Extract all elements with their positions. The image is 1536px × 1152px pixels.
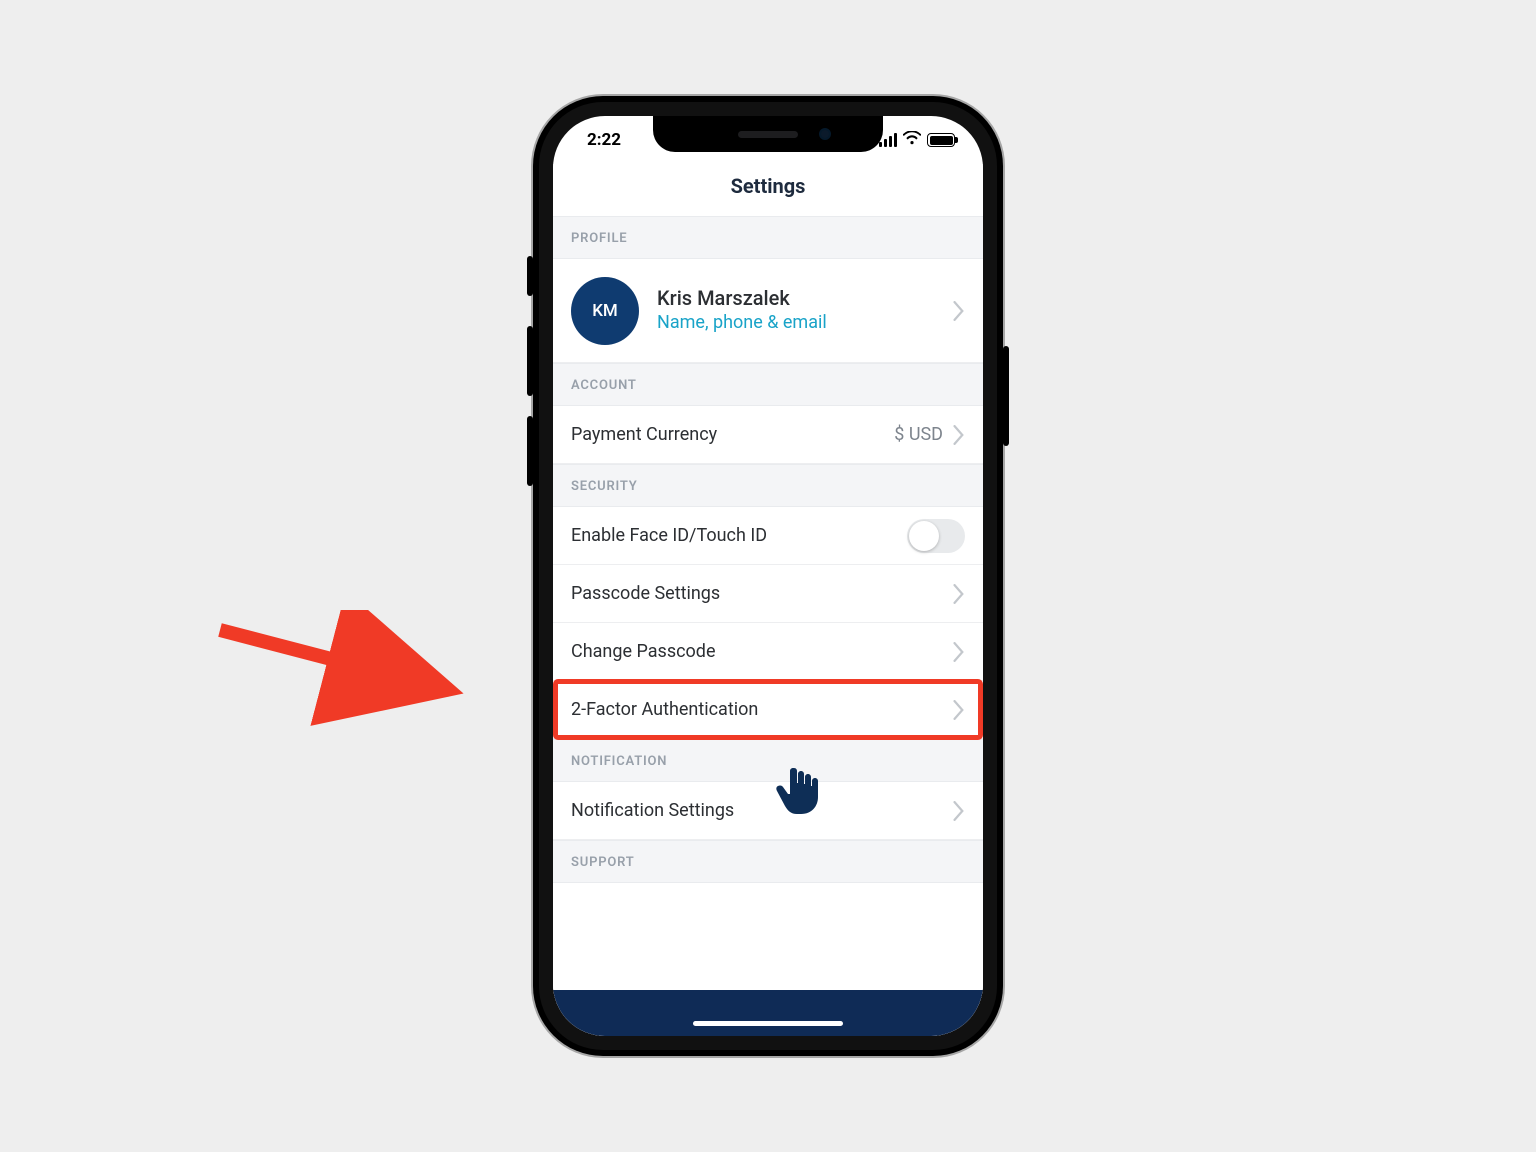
- hand-cursor-icon: [775, 765, 821, 819]
- payment-currency-label: Payment Currency: [571, 424, 894, 445]
- notification-settings-row[interactable]: Notification Settings: [553, 782, 983, 840]
- notification-settings-label: Notification Settings: [571, 800, 953, 821]
- payment-currency-row[interactable]: Payment Currency $ USD: [553, 406, 983, 464]
- section-header-notification: NOTIFICATION: [553, 739, 983, 782]
- enable-face-touch-id-row[interactable]: Enable Face ID/Touch ID: [553, 507, 983, 565]
- payment-currency-value: $ USD: [894, 424, 943, 445]
- passcode-settings-label: Passcode Settings: [571, 583, 953, 604]
- section-header-support: SUPPORT: [553, 840, 983, 883]
- home-indicator: [693, 1021, 843, 1026]
- profile-subtitle: Name, phone & email: [657, 311, 935, 335]
- status-time: 2:22: [587, 130, 621, 150]
- chevron-right-icon: [953, 700, 965, 720]
- face-touch-id-toggle[interactable]: [907, 519, 965, 553]
- section-header-security: SECURITY: [553, 464, 983, 507]
- bottom-area: [553, 883, 983, 1036]
- face-touch-id-label: Enable Face ID/Touch ID: [571, 525, 907, 546]
- annotation-arrow: [200, 610, 480, 734]
- bottom-nav-bar: [553, 990, 983, 1036]
- chevron-right-icon: [953, 801, 965, 821]
- phone-notch: [653, 116, 883, 152]
- wifi-icon: [903, 130, 921, 150]
- section-header-profile: PROFILE: [553, 216, 983, 259]
- chevron-right-icon: [953, 584, 965, 604]
- two-factor-label: 2-Factor Authentication: [571, 699, 953, 720]
- profile-name: Kris Marszalek: [657, 285, 935, 311]
- chevron-right-icon: [953, 642, 965, 662]
- two-factor-auth-row[interactable]: 2-Factor Authentication: [553, 681, 983, 739]
- section-header-account: ACCOUNT: [553, 363, 983, 406]
- chevron-right-icon: [953, 425, 965, 445]
- profile-row[interactable]: KM Kris Marszalek Name, phone & email: [553, 259, 983, 363]
- phone-screen: 2:22 Settings PROFILE KM Kris Marszalek …: [553, 116, 983, 1036]
- passcode-settings-row[interactable]: Passcode Settings: [553, 565, 983, 623]
- chevron-right-icon: [953, 301, 965, 321]
- change-passcode-row[interactable]: Change Passcode: [553, 623, 983, 681]
- change-passcode-label: Change Passcode: [571, 641, 953, 662]
- battery-icon: [927, 133, 955, 147]
- page-title: Settings: [553, 164, 983, 216]
- phone-frame: 2:22 Settings PROFILE KM Kris Marszalek …: [533, 96, 1003, 1056]
- avatar: KM: [571, 277, 639, 345]
